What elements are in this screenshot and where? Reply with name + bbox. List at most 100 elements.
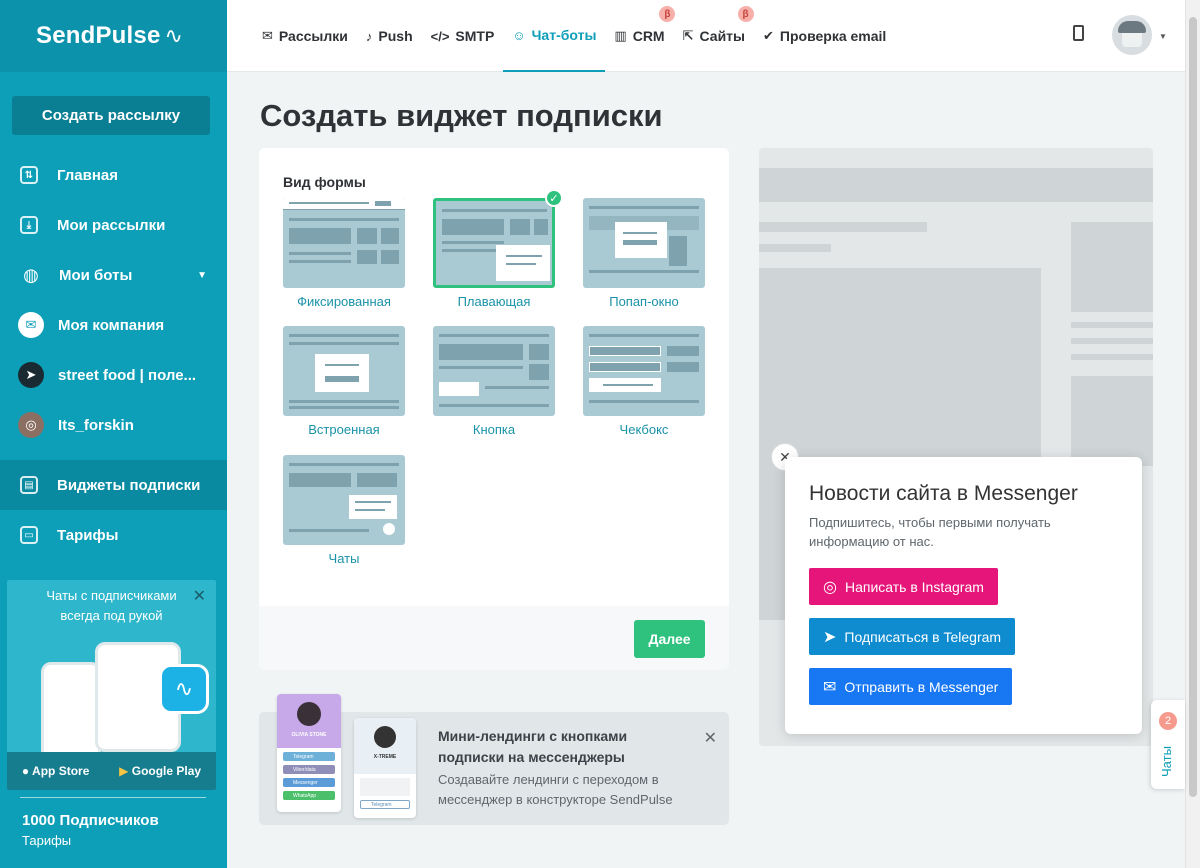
tab-push[interactable]: ♪ Push xyxy=(357,0,422,72)
option-label: Чаты xyxy=(328,551,360,566)
avatar[interactable] xyxy=(1112,15,1152,55)
embedded-thumbnail xyxy=(283,326,405,416)
button-thumbnail xyxy=(433,326,555,416)
sidebar-item-label: Тарифы xyxy=(57,526,119,544)
popup-thumbnail xyxy=(583,198,705,288)
mini-landing-name: OLIVIA STONE xyxy=(291,732,327,738)
option-label: Плавающая xyxy=(457,294,531,309)
card-footer: Далее xyxy=(259,606,729,670)
option-embedded[interactable]: Встроенная xyxy=(283,326,405,437)
mini-button: Telegram xyxy=(283,752,335,761)
tab-sites[interactable]: ⇱ Сайты β xyxy=(674,0,754,72)
option-label: Чекбокс xyxy=(619,422,669,437)
mail-icon: ✉ xyxy=(262,28,273,43)
mini-button: WhatsApp xyxy=(283,791,335,800)
bell-icon: ♪ xyxy=(365,28,373,44)
floating-thumbnail xyxy=(433,198,555,288)
google-play-link[interactable]: ▶ Google Play xyxy=(119,764,201,778)
form-type-label: Вид формы xyxy=(283,174,366,190)
option-label: Кнопка xyxy=(472,422,516,437)
app-store-link[interactable]: ● App Store xyxy=(22,764,89,778)
chevron-down-icon[interactable]: ▼ xyxy=(1159,32,1167,41)
sidebar-item-label: Главная xyxy=(57,166,119,184)
mobile-app-promo: Чаты с подписчиками всегда под рукой ✕ ∿… xyxy=(7,580,216,790)
option-popup[interactable]: Попап-окно xyxy=(583,198,705,309)
sidebar-item-telegram-bot[interactable]: ➤ street food | поле... xyxy=(0,350,227,400)
widget-title: Новости сайта в Messenger xyxy=(809,482,1078,505)
sidebar-item-bots[interactable]: ◍ Мои боты ▼ xyxy=(0,250,227,300)
messenger-icon: ✉ xyxy=(823,678,837,696)
option-fixed[interactable]: Фиксированная xyxy=(283,198,405,309)
option-chats[interactable]: Чаты xyxy=(283,455,405,566)
tab-smtp[interactable]: </> SMTP xyxy=(422,0,504,72)
code-icon: </> xyxy=(430,28,450,44)
widget-icon: ▤ xyxy=(20,476,38,494)
top-navigation: ✉ Рассылки ♪ Push </> SMTP ☺ Чат-боты ▥ CRM β … xyxy=(227,0,1185,72)
create-campaign-button[interactable]: Создать рассылку xyxy=(12,96,210,135)
landing-promo-card: OLIVIA STONE Telegram Viber/data Messeng… xyxy=(259,694,729,825)
telegram-button[interactable]: ➤ Подписаться в Telegram xyxy=(809,618,1016,655)
wallet-icon: ▭ xyxy=(20,526,38,544)
option-checkbox[interactable]: Чекбокс xyxy=(583,326,705,437)
option-floating[interactable]: Плавающая xyxy=(433,198,555,309)
chats-side-tab[interactable]: 2 Чаты xyxy=(1151,700,1185,789)
sendpulse-logo[interactable]: SendPulse xyxy=(36,22,161,50)
instagram-icon: ◎ xyxy=(18,412,44,438)
mini-landing-name: X-TREME xyxy=(373,754,397,760)
page-scrollbar[interactable] xyxy=(1185,0,1200,868)
telegram-icon: ➤ xyxy=(18,362,44,388)
selected-check-icon: ✓ xyxy=(545,189,563,207)
tab-campaigns[interactable]: ✉ Рассылки xyxy=(253,0,357,72)
sidebar-item-campaigns[interactable]: ⤓ Мои рассылки xyxy=(0,200,227,250)
apple-icon: ● xyxy=(21,764,30,778)
inbox-icon: ⤓ xyxy=(20,216,38,234)
chevron-down-icon: ▼ xyxy=(197,269,207,281)
tariffs-link[interactable]: Тарифы xyxy=(22,833,71,848)
mobile-icon[interactable] xyxy=(1073,25,1084,41)
checkbox-thumbnail xyxy=(583,326,705,416)
close-icon[interactable]: ✕ xyxy=(193,586,206,606)
fixed-thumbnail xyxy=(283,198,405,288)
instagram-button[interactable]: ◎ Написать в Instagram xyxy=(809,568,998,605)
beta-badge: β xyxy=(737,6,754,22)
option-label: Попап-окно xyxy=(609,294,679,309)
option-button[interactable]: Кнопка xyxy=(433,326,555,437)
mini-landing-preview: X-TREME Telegram xyxy=(354,718,416,818)
messenger-button[interactable]: ✉ Отправить в Messenger xyxy=(809,668,1013,705)
mini-landing-preview: OLIVIA STONE Telegram Viber/data Messeng… xyxy=(277,694,341,812)
mini-button: Messenger xyxy=(283,778,335,787)
messenger-icon: ✉ xyxy=(18,312,44,338)
next-button[interactable]: Далее xyxy=(634,620,705,658)
tab-email-verification[interactable]: ✔ Проверка email xyxy=(754,0,895,72)
sidebar-item-tariffs[interactable]: ▭ Тарифы xyxy=(0,510,227,560)
chatbot-icon: ☺ xyxy=(512,27,526,43)
mini-button: Viber/data xyxy=(283,765,335,774)
sidebar-item-company[interactable]: ✉ Моя компания xyxy=(0,300,227,350)
chats-count-badge: 2 xyxy=(1159,712,1177,730)
globe-icon: ◍ xyxy=(23,264,39,285)
promo-title: Мини-лендинги с кнопками подписки на мес… xyxy=(438,728,628,765)
app-icon: ∿ xyxy=(159,664,209,714)
mini-button: Telegram xyxy=(360,800,410,809)
sidebar-item-label: Its_forskin xyxy=(58,416,134,434)
page-title: Создать виджет подписки xyxy=(260,98,663,133)
subscribers-count: 1000 Подписчиков xyxy=(22,812,159,829)
messenger-widget-preview: Новости сайта в Messenger Подпишитесь, ч… xyxy=(785,457,1142,734)
close-icon[interactable]: ✕ xyxy=(704,728,717,748)
widget-subtitle: Подпишитесь, чтобы первыми получать инфо… xyxy=(809,515,1051,549)
sidebar-item-widgets[interactable]: ▤ Виджеты подписки xyxy=(0,460,227,510)
sidebar-item-instagram-bot[interactable]: ◎ Its_forskin xyxy=(0,400,227,450)
instagram-icon: ◎ xyxy=(823,578,837,596)
sliders-icon: ⇅ xyxy=(20,166,38,184)
phone-image xyxy=(41,662,101,762)
product-tabs: ✉ Рассылки ♪ Push </> SMTP ☺ Чат-боты ▥ CRM β … xyxy=(253,0,895,72)
option-label: Фиксированная xyxy=(297,294,391,309)
sidebar: SendPulse ∿ Создать рассылку ⇅ Главная ⤓… xyxy=(0,0,227,868)
sidebar-item-home[interactable]: ⇅ Главная xyxy=(0,150,227,200)
pulse-icon: ∿ xyxy=(164,23,183,48)
promo-description: Создавайте лендинги с переходом в мессен… xyxy=(438,772,673,807)
promo-text: Чаты с подписчиками всегда под рукой xyxy=(46,588,177,623)
tab-crm[interactable]: ▥ CRM β xyxy=(605,0,676,72)
sidebar-item-label: Виджеты подписки xyxy=(57,476,201,494)
tab-chatbots[interactable]: ☺ Чат-боты xyxy=(503,0,606,72)
